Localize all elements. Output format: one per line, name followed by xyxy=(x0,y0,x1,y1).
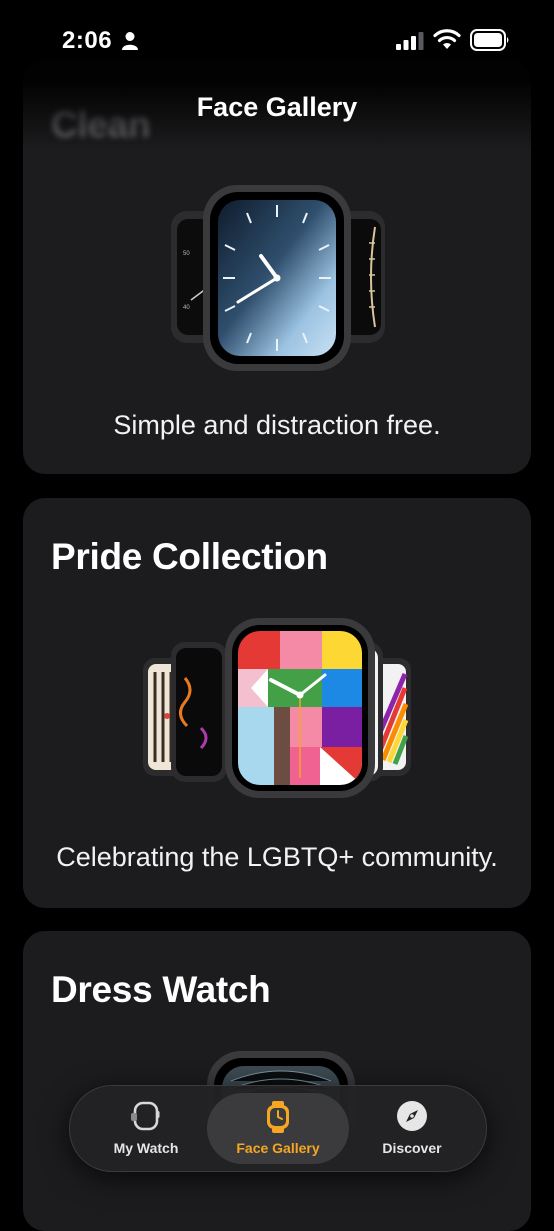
status-time: 2:06 xyxy=(62,27,113,54)
page-title: Face Gallery xyxy=(196,92,358,122)
tab-my-watch[interactable]: My Watch xyxy=(80,1086,212,1171)
svg-text:50: 50 xyxy=(183,251,190,257)
tab-label: Face Gallery xyxy=(236,1140,320,1156)
tab-discover[interactable]: Discover xyxy=(346,1086,478,1171)
tab-bar: My Watch Face Gallery Discover xyxy=(69,1085,487,1172)
tab-label: My Watch xyxy=(113,1140,179,1156)
battery-icon xyxy=(470,29,509,51)
face-card-dress-watch[interactable]: Dress Watch xyxy=(23,931,531,1231)
watch-outline-icon xyxy=(131,1101,160,1131)
compass-icon xyxy=(397,1101,427,1131)
watch-face-icon xyxy=(267,1101,289,1133)
card-title: Pride Collection xyxy=(51,536,328,577)
wifi-icon xyxy=(433,29,461,49)
cellular-signal-icon xyxy=(396,32,424,50)
face-card-pride-collection[interactable]: Pride Collection Celebrating the LGBTQ+ … xyxy=(23,498,531,908)
svg-text:40: 40 xyxy=(183,305,190,311)
card-description: Simple and distraction free. xyxy=(113,410,441,440)
watch-faces-clean-image: 50 40 xyxy=(171,185,385,371)
person-icon xyxy=(122,32,138,50)
tab-label: Discover xyxy=(382,1140,442,1156)
tab-face-gallery[interactable]: Face Gallery xyxy=(207,1093,349,1164)
card-title: Dress Watch xyxy=(51,969,271,1010)
status-bar: 2:06 xyxy=(0,0,554,84)
watch-faces-pride-image xyxy=(143,618,411,798)
card-description: Celebrating the LGBTQ+ community. xyxy=(56,842,498,872)
